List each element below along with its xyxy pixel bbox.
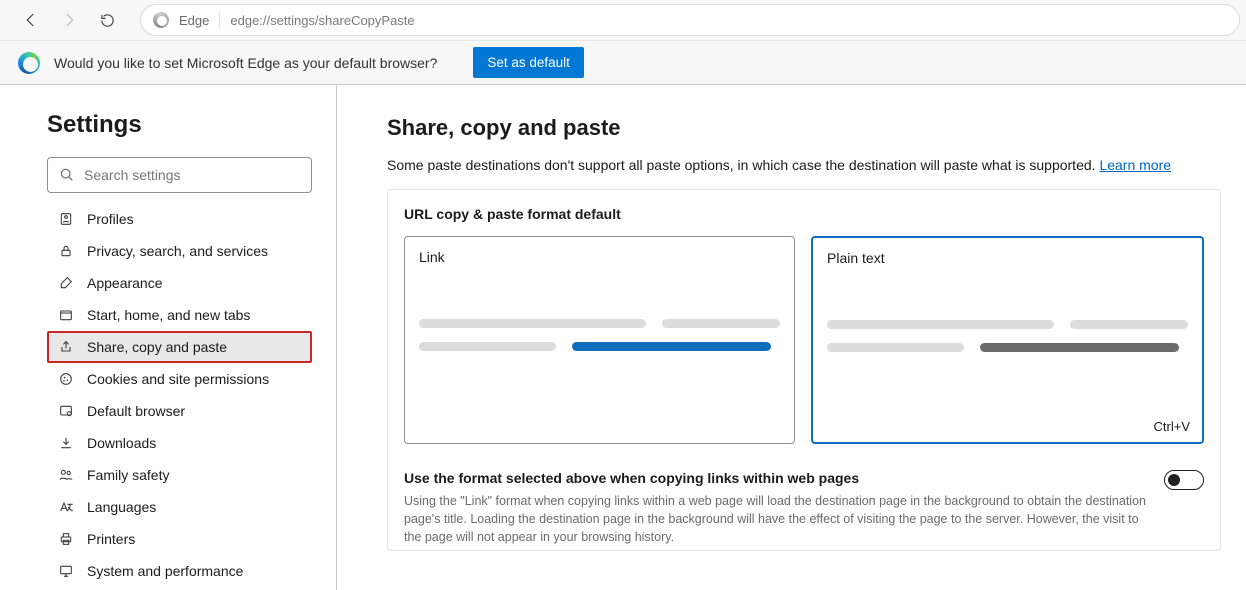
address-label: Edge <box>179 13 209 28</box>
lock-icon <box>57 242 75 260</box>
toggle-format-row: Use the format selected above when copyi… <box>388 460 1220 550</box>
sidebar-item-label: Privacy, search, and services <box>87 243 268 259</box>
settings-nav: Profiles Privacy, search, and services A… <box>47 203 320 587</box>
sidebar-item-label: Cookies and site permissions <box>87 371 269 387</box>
settings-content: Share, copy and paste Some paste destina… <box>337 85 1246 590</box>
edge-logo-icon <box>18 52 40 74</box>
sidebar-item-label: System and performance <box>87 563 243 579</box>
sidebar-item-privacy[interactable]: Privacy, search, and services <box>47 235 312 267</box>
section-heading: URL copy & paste format default <box>388 190 1220 228</box>
sidebar-item-printers[interactable]: Printers <box>47 523 312 555</box>
sidebar-item-label: Languages <box>87 499 156 515</box>
sidebar-item-label: Share, copy and paste <box>87 339 227 355</box>
back-button[interactable] <box>14 3 48 37</box>
share-icon <box>57 338 75 356</box>
sidebar-item-profiles[interactable]: Profiles <box>47 203 312 235</box>
toggle-format-switch[interactable] <box>1164 470 1204 490</box>
learn-more-link[interactable]: Learn more <box>1099 157 1171 173</box>
infobar-prompt: Would you like to set Microsoft Edge as … <box>54 55 437 71</box>
cookie-icon <box>57 370 75 388</box>
sidebar-item-label: Downloads <box>87 435 156 451</box>
newtab-icon <box>57 306 75 324</box>
sidebar-item-appearance[interactable]: Appearance <box>47 267 312 299</box>
toggle-title: Use the format selected above when copyi… <box>404 470 1148 486</box>
forward-button[interactable] <box>52 3 86 37</box>
sidebar-item-share-copy-paste[interactable]: Share, copy and paste <box>47 331 312 363</box>
sidebar-item-label: Profiles <box>87 211 134 227</box>
option-plain-text[interactable]: Plain text Ctrl+V <box>811 236 1204 444</box>
option-shortcut: Ctrl+V <box>1154 419 1190 434</box>
profile-icon <box>57 210 75 228</box>
page-title: Share, copy and paste <box>387 115 1230 141</box>
settings-title: Settings <box>47 111 320 139</box>
sidebar-item-downloads[interactable]: Downloads <box>47 427 312 459</box>
family-icon <box>57 466 75 484</box>
address-separator <box>219 12 220 28</box>
search-settings-input[interactable] <box>47 157 312 193</box>
address-bar[interactable]: Edge edge://settings/shareCopyPaste <box>140 4 1240 36</box>
language-icon <box>57 498 75 516</box>
page-description: Some paste destinations don't support al… <box>387 157 1230 173</box>
sidebar-item-label: Default browser <box>87 403 185 419</box>
default-browser-icon <box>57 402 75 420</box>
printer-icon <box>57 530 75 548</box>
sidebar-item-label: Printers <box>87 531 135 547</box>
sidebar-item-system[interactable]: System and performance <box>47 555 312 587</box>
sidebar-item-label: Family safety <box>87 467 169 483</box>
sidebar-item-languages[interactable]: Languages <box>47 491 312 523</box>
default-browser-infobar: Would you like to set Microsoft Edge as … <box>0 41 1246 85</box>
sidebar-item-cookies[interactable]: Cookies and site permissions <box>47 363 312 395</box>
set-default-button[interactable]: Set as default <box>473 47 584 78</box>
brush-icon <box>57 274 75 292</box>
sidebar-item-label: Appearance <box>87 275 163 291</box>
download-icon <box>57 434 75 452</box>
address-url: edge://settings/shareCopyPaste <box>230 13 414 28</box>
option-title: Plain text <box>827 250 1188 266</box>
sidebar-item-label: Start, home, and new tabs <box>87 307 250 323</box>
option-title: Link <box>419 249 780 265</box>
monitor-icon <box>57 562 75 580</box>
sidebar-item-start[interactable]: Start, home, and new tabs <box>47 299 312 331</box>
browser-toolbar: Edge edge://settings/shareCopyPaste <box>0 0 1246 41</box>
sidebar-item-family[interactable]: Family safety <box>47 459 312 491</box>
settings-card: URL copy & paste format default Link Pla… <box>387 189 1221 551</box>
option-link[interactable]: Link <box>404 236 795 444</box>
sidebar-item-default-browser[interactable]: Default browser <box>47 395 312 427</box>
refresh-button[interactable] <box>90 3 124 37</box>
toggle-description: Using the "Link" format when copying lin… <box>404 492 1148 546</box>
search-icon <box>59 167 75 183</box>
settings-sidebar: Settings Profiles Privacy, search, and s… <box>0 85 337 590</box>
edge-icon <box>153 12 169 28</box>
